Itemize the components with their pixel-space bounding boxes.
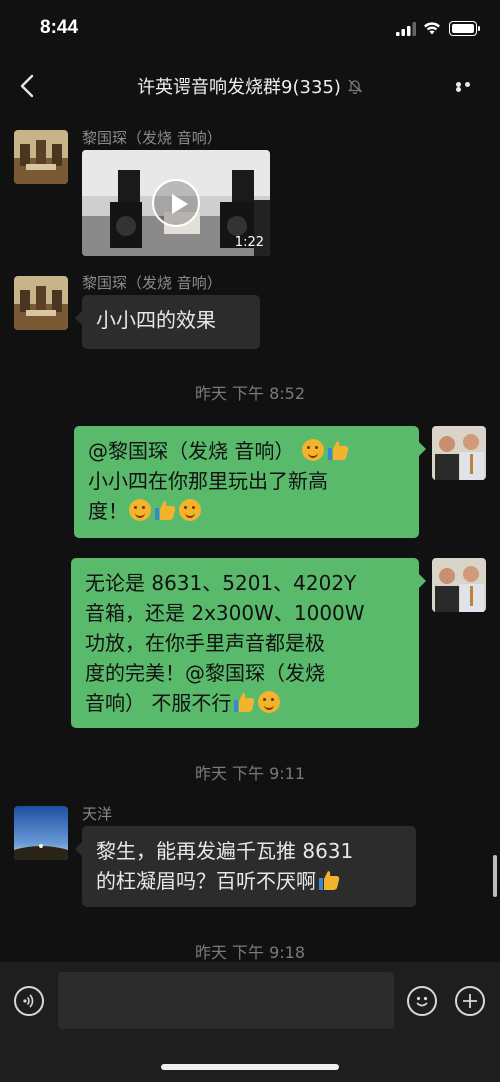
plus-icon[interactable] <box>455 986 485 1016</box>
avatar-self[interactable] <box>432 558 486 612</box>
thumbs-up-icon <box>234 693 255 712</box>
message-line: 度的完美！@黎国琛（发烧 <box>85 661 325 685</box>
timestamp: 昨天 下午 9:18 <box>194 943 306 962</box>
video-message[interactable]: 1:22 <box>82 150 270 256</box>
thumbs-up-icon <box>327 441 348 460</box>
more-dots-icon[interactable] <box>456 82 482 92</box>
hugging-face-icon <box>301 439 324 461</box>
message-line: 的枉凝眉吗？百听不厌啊 <box>96 869 316 893</box>
emoji-icon[interactable] <box>407 986 437 1016</box>
home-indicator <box>161 1064 339 1070</box>
message-line: 无论是 8631、5201、4202Y <box>85 571 357 595</box>
status-time: 8:44 <box>40 17 79 38</box>
message-line: 小小四在你那里玩出了新高 <box>88 469 328 493</box>
timestamp: 昨天 下午 8:52 <box>194 384 306 403</box>
avatar-liguochen[interactable] <box>14 276 68 330</box>
message-line: 音箱，还是 2x300W、1000W <box>85 601 365 625</box>
message-line: 度！ <box>88 499 128 523</box>
message-line: 音响） 不服不行 <box>85 691 232 715</box>
hugging-face-icon <box>258 691 281 713</box>
hugging-face-icon <box>179 499 201 521</box>
cellular-signal-icon <box>396 22 416 36</box>
avatar-liguochen[interactable] <box>14 130 68 184</box>
message-bubble-incoming[interactable]: 黎生，能再发遍千瓦推 8631 的枉凝眉吗？百听不厌啊 <box>75 826 416 907</box>
message-bubble-outgoing[interactable]: 无论是 8631、5201、4202Y 音箱，还是 2x300W、1000W 功… <box>71 558 426 728</box>
chat-title-container[interactable]: 许英谔音响发烧群9(335) <box>0 73 500 99</box>
status-bar: 8:44 <box>0 0 500 58</box>
message-bubble-outgoing[interactable]: @黎国琛（发烧 音响） 小小四在你那里玩出了新高 度！ <box>74 426 426 538</box>
message-line: @黎国琛（发烧 音响） <box>88 439 295 463</box>
message-line: 功放，在你手里声音都是极 <box>85 631 325 655</box>
video-duration: 1:22 <box>234 235 264 250</box>
scrollbar[interactable] <box>493 855 497 897</box>
chat-title: 许英谔音响发烧群9(335) <box>137 77 341 98</box>
battery-icon <box>449 21 480 36</box>
bell-off-icon <box>347 79 362 94</box>
hugging-face-icon <box>129 499 151 521</box>
timestamp: 昨天 下午 9:11 <box>194 764 306 783</box>
voice-icon[interactable] <box>14 986 44 1016</box>
message-input[interactable] <box>58 972 394 1029</box>
sender-name: 黎国琛（发烧 音响） <box>82 274 222 292</box>
wifi-icon <box>424 22 440 35</box>
message-bubble-incoming[interactable]: 小小四的效果 <box>75 295 260 349</box>
sender-name: 黎国琛（发烧 音响） <box>82 129 222 147</box>
play-icon[interactable] <box>152 179 200 227</box>
avatar-self[interactable] <box>432 426 486 480</box>
chat-header: 许英谔音响发烧群9(335) <box>0 58 500 114</box>
sender-name: 天洋 <box>82 805 113 823</box>
avatar-tianyang[interactable] <box>14 806 68 860</box>
thumbs-up-icon <box>155 501 176 520</box>
thumbs-up-icon <box>319 871 340 890</box>
message-line: 黎生，能再发遍千瓦推 8631 <box>96 839 354 863</box>
